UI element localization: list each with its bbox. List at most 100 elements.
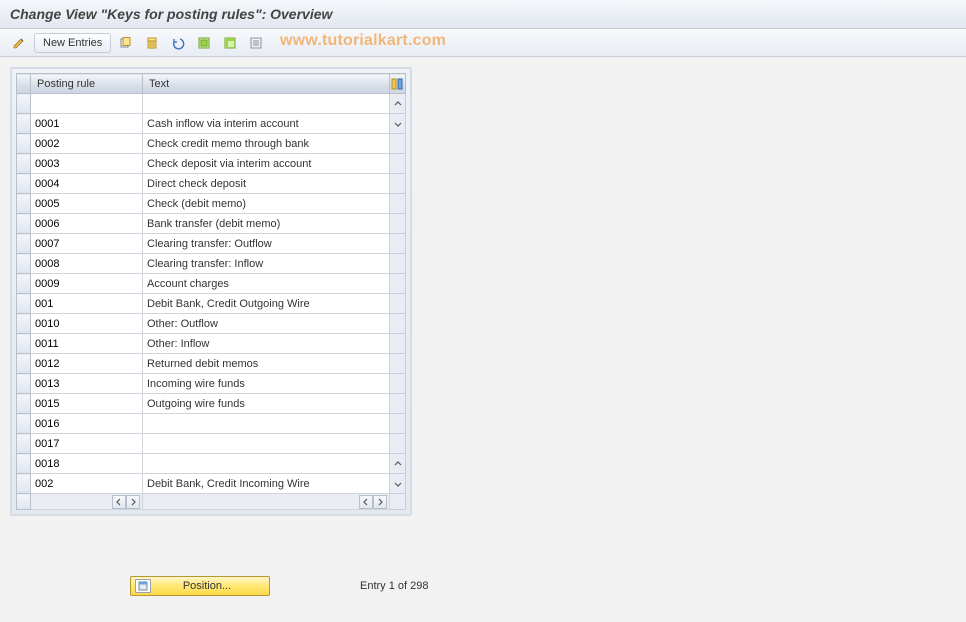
scroll-down-button[interactable] [390, 474, 406, 494]
row-selector[interactable] [17, 394, 31, 414]
rule-cell[interactable] [31, 414, 143, 434]
rule-input[interactable] [31, 94, 142, 113]
deselect-all-icon[interactable] [245, 33, 267, 53]
rule-input[interactable] [31, 254, 142, 273]
rule-input[interactable] [31, 394, 142, 413]
rule-cell[interactable] [31, 134, 143, 154]
row-selector[interactable] [17, 274, 31, 294]
rule-cell[interactable] [31, 114, 143, 134]
row-selector[interactable] [17, 234, 31, 254]
text-cell[interactable]: Other: Inflow [143, 334, 390, 354]
text-cell[interactable] [143, 94, 390, 114]
rule-input[interactable] [31, 374, 142, 393]
row-selector[interactable] [17, 134, 31, 154]
text-cell[interactable]: Debit Bank, Credit Incoming Wire [143, 474, 390, 494]
scroll-track[interactable] [390, 414, 406, 434]
rule-input[interactable] [31, 214, 142, 233]
scroll-track[interactable] [390, 274, 406, 294]
column-header-rule[interactable]: Posting rule [31, 74, 143, 94]
new-entries-button[interactable]: New Entries [34, 33, 111, 53]
text-cell[interactable] [143, 414, 390, 434]
rule-cell[interactable] [31, 394, 143, 414]
text-cell[interactable]: Account charges [143, 274, 390, 294]
scroll-track[interactable] [390, 334, 406, 354]
text-cell[interactable]: Incoming wire funds [143, 374, 390, 394]
rule-input[interactable] [31, 114, 142, 133]
scroll-track[interactable] [390, 254, 406, 274]
table-settings-icon[interactable] [390, 74, 406, 94]
row-selector[interactable] [17, 294, 31, 314]
row-selector[interactable] [17, 114, 31, 134]
row-selector[interactable] [17, 474, 31, 494]
row-selector[interactable] [17, 214, 31, 234]
text-cell[interactable]: Check deposit via interim account [143, 154, 390, 174]
row-selector[interactable] [17, 354, 31, 374]
rule-input[interactable] [31, 174, 142, 193]
row-selector[interactable] [17, 174, 31, 194]
row-selector[interactable] [17, 374, 31, 394]
select-all-icon[interactable] [193, 33, 215, 53]
rule-input[interactable] [31, 274, 142, 293]
rule-cell[interactable] [31, 294, 143, 314]
text-cell[interactable]: Outgoing wire funds [143, 394, 390, 414]
hscroll-left-icon[interactable] [359, 495, 373, 509]
rule-cell[interactable] [31, 314, 143, 334]
rule-input[interactable] [31, 194, 142, 213]
scroll-down-button[interactable] [390, 114, 406, 134]
text-cell[interactable]: Check credit memo through bank [143, 134, 390, 154]
rule-cell[interactable] [31, 234, 143, 254]
row-selector[interactable] [17, 94, 31, 114]
rule-input[interactable] [31, 134, 142, 153]
hscroll-right-icon[interactable] [373, 495, 387, 509]
text-cell[interactable] [143, 454, 390, 474]
row-selector-header[interactable] [17, 74, 31, 94]
scroll-track[interactable] [390, 174, 406, 194]
rule-input[interactable] [31, 314, 142, 333]
rule-input[interactable] [31, 434, 142, 453]
rule-cell[interactable] [31, 214, 143, 234]
rule-input[interactable] [31, 454, 142, 473]
row-selector[interactable] [17, 414, 31, 434]
copy-as-icon[interactable] [115, 33, 137, 53]
row-selector[interactable] [17, 454, 31, 474]
text-cell[interactable] [143, 434, 390, 454]
text-cell[interactable]: Bank transfer (debit memo) [143, 214, 390, 234]
text-cell[interactable]: Other: Outflow [143, 314, 390, 334]
column-header-text[interactable]: Text [143, 74, 390, 94]
scroll-track[interactable] [390, 354, 406, 374]
rule-cell[interactable] [31, 374, 143, 394]
rule-cell[interactable] [31, 334, 143, 354]
rule-input[interactable] [31, 354, 142, 373]
rule-input[interactable] [31, 154, 142, 173]
scroll-track[interactable] [390, 314, 406, 334]
rule-input[interactable] [31, 474, 142, 493]
scroll-track[interactable] [390, 154, 406, 174]
text-cell[interactable]: Direct check deposit [143, 174, 390, 194]
rule-cell[interactable] [31, 454, 143, 474]
scroll-track[interactable] [390, 434, 406, 454]
position-button[interactable]: Position... [130, 576, 270, 596]
rule-cell[interactable] [31, 254, 143, 274]
rule-input[interactable] [31, 334, 142, 353]
row-selector[interactable] [17, 194, 31, 214]
rule-cell[interactable] [31, 274, 143, 294]
scroll-track[interactable] [390, 194, 406, 214]
rule-input[interactable] [31, 294, 142, 313]
scroll-track[interactable] [390, 374, 406, 394]
text-cell[interactable]: Returned debit memos [143, 354, 390, 374]
undo-change-icon[interactable] [167, 33, 189, 53]
delete-icon[interactable] [141, 33, 163, 53]
text-cell[interactable]: Clearing transfer: Outflow [143, 234, 390, 254]
row-selector[interactable] [17, 434, 31, 454]
scroll-track[interactable] [390, 394, 406, 414]
text-cell[interactable]: Check (debit memo) [143, 194, 390, 214]
hscroll-right-icon[interactable] [126, 495, 140, 509]
row-selector[interactable] [17, 314, 31, 334]
rule-input[interactable] [31, 234, 142, 253]
scroll-track[interactable] [390, 294, 406, 314]
rule-cell[interactable] [31, 154, 143, 174]
scroll-up-button[interactable] [390, 94, 406, 114]
select-block-icon[interactable] [219, 33, 241, 53]
scroll-track[interactable] [390, 234, 406, 254]
row-selector[interactable] [17, 254, 31, 274]
